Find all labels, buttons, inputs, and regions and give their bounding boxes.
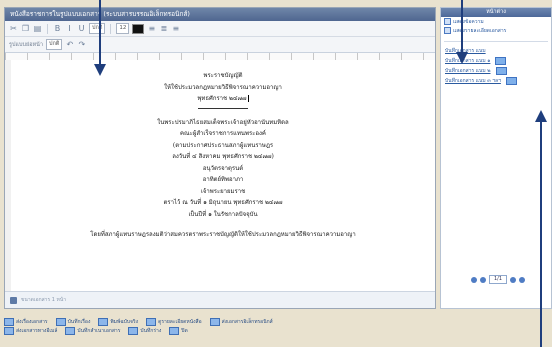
attachment-link[interactable]: บันทึกเอกสาร แนบ ๓ ฯลฯ (441, 76, 551, 86)
cut-icon[interactable]: ✂ (9, 24, 18, 33)
prev-page-icon[interactable] (471, 276, 477, 283)
legend-icon (146, 317, 157, 326)
pager: 1/1 (471, 275, 525, 284)
title-divider (198, 107, 248, 109)
attachment-icon[interactable] (505, 77, 517, 85)
legend-item[interactable]: บันทึกร่าง (128, 326, 162, 335)
legend-icon (209, 317, 220, 326)
window-title: หนังสือราชการในรูปแบบเอกสาร (ระบบสารบรรณ… (5, 8, 435, 21)
next-page-icon[interactable] (510, 276, 516, 283)
legend-label: ส่งเอกสารอิเล็กทรอนิกส์ (221, 318, 273, 325)
doc-body-line: ตราไว้ ณ วันที่ ๑ มิถุนายน พุทธศักราช ๒๔… (163, 199, 283, 206)
status-text: ขนาดเอกสาร 1 หน้า (21, 297, 67, 303)
checkbox-icon[interactable] (444, 27, 451, 34)
text-color-swatch[interactable] (132, 23, 145, 34)
paste-icon[interactable]: ▤ (33, 24, 42, 33)
document-area[interactable]: พระราชบัญญัติ ให้ใช้ประมวลกฎหมายวิธีพิจา… (5, 60, 435, 291)
legend-icon (55, 317, 66, 326)
legend-label: ส่งเอกสารทางอีเมล์ (16, 327, 58, 334)
attachment-icon[interactable] (495, 67, 507, 75)
panel-option-label: แสดงรายละเอียดเอกสาร (453, 27, 507, 34)
checkbox-icon[interactable] (444, 18, 451, 25)
legend-icon (98, 317, 109, 326)
legend-icon (128, 326, 139, 335)
doc-line-text: พุทธศักราช ๒๔๗๗ (197, 95, 247, 102)
legend-label: ดูรายละเอียดหนังสือ (158, 318, 202, 325)
style-select[interactable]: ปกติ (89, 23, 106, 34)
doc-line: พระราชบัญญัติ (203, 72, 243, 79)
next-page-icon[interactable] (519, 276, 525, 283)
legend-label: บันทึกเรื่อง (67, 318, 91, 325)
document-icon (10, 296, 17, 304)
legend-item[interactable]: ปิด (169, 326, 188, 335)
legend-item[interactable]: ส่งเรื่องเอกสาร (4, 317, 48, 326)
status-bar: ขนาดเอกสาร 1 หน้า (5, 291, 435, 308)
attachment-link[interactable]: บันทึกเอกสาร แนบ ๒ (441, 66, 551, 76)
doc-closing-line: โดยที่สภาผู้แทนราษฎรลงมติว่าสมควรตราพระร… (90, 231, 356, 238)
doc-body-line: เป็นปีที่ ๑ ในรัชกาลปัจจุบัน (188, 210, 258, 218)
panel-divider (444, 41, 548, 42)
attachment-link[interactable]: บันทึกเอกสาร แนบ (441, 46, 551, 56)
prev-page-icon[interactable] (480, 276, 486, 283)
align-right-icon[interactable]: ≡ (171, 24, 180, 33)
copy-icon[interactable]: ❐ (21, 24, 30, 33)
panel-heading: หน้าต่าง (441, 8, 551, 17)
doc-body-line: ลงวันที่ ๔ สิงหาคม พุทธศักราช ๒๔๗๗) (172, 153, 274, 160)
paragraph-select[interactable]: ปกติ (45, 39, 63, 50)
page-indicator[interactable]: 1/1 (489, 275, 507, 284)
doc-body-line: เจ้าพระยายมราช (200, 187, 246, 195)
doc-body-line: (ตามประกาศประธานสภาผู้แทนราษฎร (172, 141, 274, 149)
legend-item[interactable]: พิมพ์ฉบับจริง (98, 317, 139, 326)
panel-option-show-details[interactable]: แสดงรายละเอียดเอกสาร (441, 26, 551, 35)
doc-body-line: คณะผู้สำเร็จราชการแทนพระองค์ (180, 130, 266, 137)
legend-icon (4, 326, 14, 335)
legend-label: บันทึกสำเนาเอกสาร (77, 327, 121, 334)
toolbar-divider (47, 23, 48, 34)
legend-item[interactable]: บันทึกเรื่อง (55, 317, 91, 326)
legend-label: พิมพ์ฉบับจริง (110, 318, 139, 325)
doc-body-line: อนุวัตรจาตุรนต์ (202, 164, 244, 172)
legend-icon (4, 317, 14, 326)
legend-row: ส่งเรื่องเอกสาร บันทึกเรื่อง พิมพ์ฉบับจร… (4, 317, 324, 326)
legend-label: บันทึกร่าง (140, 327, 162, 334)
attachment-link-label: บันทึกเอกสาร แนบ ๒ (445, 68, 491, 74)
attachment-link-label: บันทึกเอกสาร แนบ ๓ ฯลฯ (445, 78, 501, 84)
paragraph-label: รูปแบบย่อหน้า (9, 41, 43, 48)
bold-icon[interactable]: B (53, 24, 62, 33)
legend-strip: ส่งเรื่องเอกสาร บันทึกเรื่อง พิมพ์ฉบับจร… (4, 317, 324, 335)
font-size-select[interactable]: 12 (116, 23, 130, 34)
attachment-link-label: บันทึกเอกสาร แนบ (445, 48, 486, 54)
paragraph-toolbar: รูปแบบย่อหน้า ปกติ ↶ ↷ (5, 37, 435, 53)
legend-item[interactable]: ดูรายละเอียดหนังสือ (146, 317, 202, 326)
legend-item[interactable]: ส่งเอกสารอิเล็กทรอนิกส์ (209, 317, 273, 326)
panel-option-label: แสดงข้อความ (453, 18, 484, 25)
legend-label: ปิด (181, 327, 188, 334)
side-panel: หน้าต่าง แสดงข้อความ แสดงรายละเอียดเอกสา… (440, 7, 552, 309)
doc-body-line: อาทิตย์ทิพอาภา (202, 176, 244, 183)
panel-option-show-text[interactable]: แสดงข้อความ (441, 17, 551, 26)
align-left-icon[interactable]: ≡ (147, 24, 156, 33)
legend-item[interactable]: บันทึกสำเนาเอกสาร (65, 326, 121, 335)
doc-line: ให้ใช้ประมวลกฎหมายวิธีพิจารณาความอาญา (164, 83, 282, 91)
redo-icon[interactable]: ↷ (77, 40, 86, 49)
legend-icon (65, 326, 76, 335)
attachment-icon[interactable] (495, 57, 507, 65)
toolbar-divider (110, 23, 112, 34)
underline-icon[interactable]: U (77, 24, 86, 33)
legend-label: ส่งเรื่องเอกสาร (16, 318, 48, 325)
legend-item[interactable]: ส่งเอกสารทางอีเมล์ (4, 326, 58, 335)
align-center-icon[interactable]: ≣ (159, 24, 168, 33)
undo-icon[interactable]: ↶ (65, 40, 74, 49)
doc-line: พุทธศักราช ๒๔๗๗ (11, 93, 435, 105)
legend-row: ส่งเอกสารทางอีเมล์ บันทึกสำเนาเอกสาร บัน… (4, 326, 324, 335)
legend-icon (169, 326, 180, 335)
attachment-link[interactable]: บันทึกเอกสาร แนบ ๑ (441, 56, 551, 66)
attachment-link-label: บันทึกเอกสาร แนบ ๑ (445, 58, 491, 64)
editor-window: หนังสือราชการในรูปแบบเอกสาร (ระบบสารบรรณ… (4, 7, 436, 309)
doc-body-line: ในพระปรมาภิไธยสมเด็จพระเจ้าอยู่หัวอานันท… (157, 118, 289, 126)
italic-icon[interactable]: I (65, 24, 74, 33)
text-caret (247, 95, 249, 102)
formatting-toolbar: ✂ ❐ ▤ B I U ปกติ 12 ≡ ≣ ≡ (5, 21, 435, 37)
